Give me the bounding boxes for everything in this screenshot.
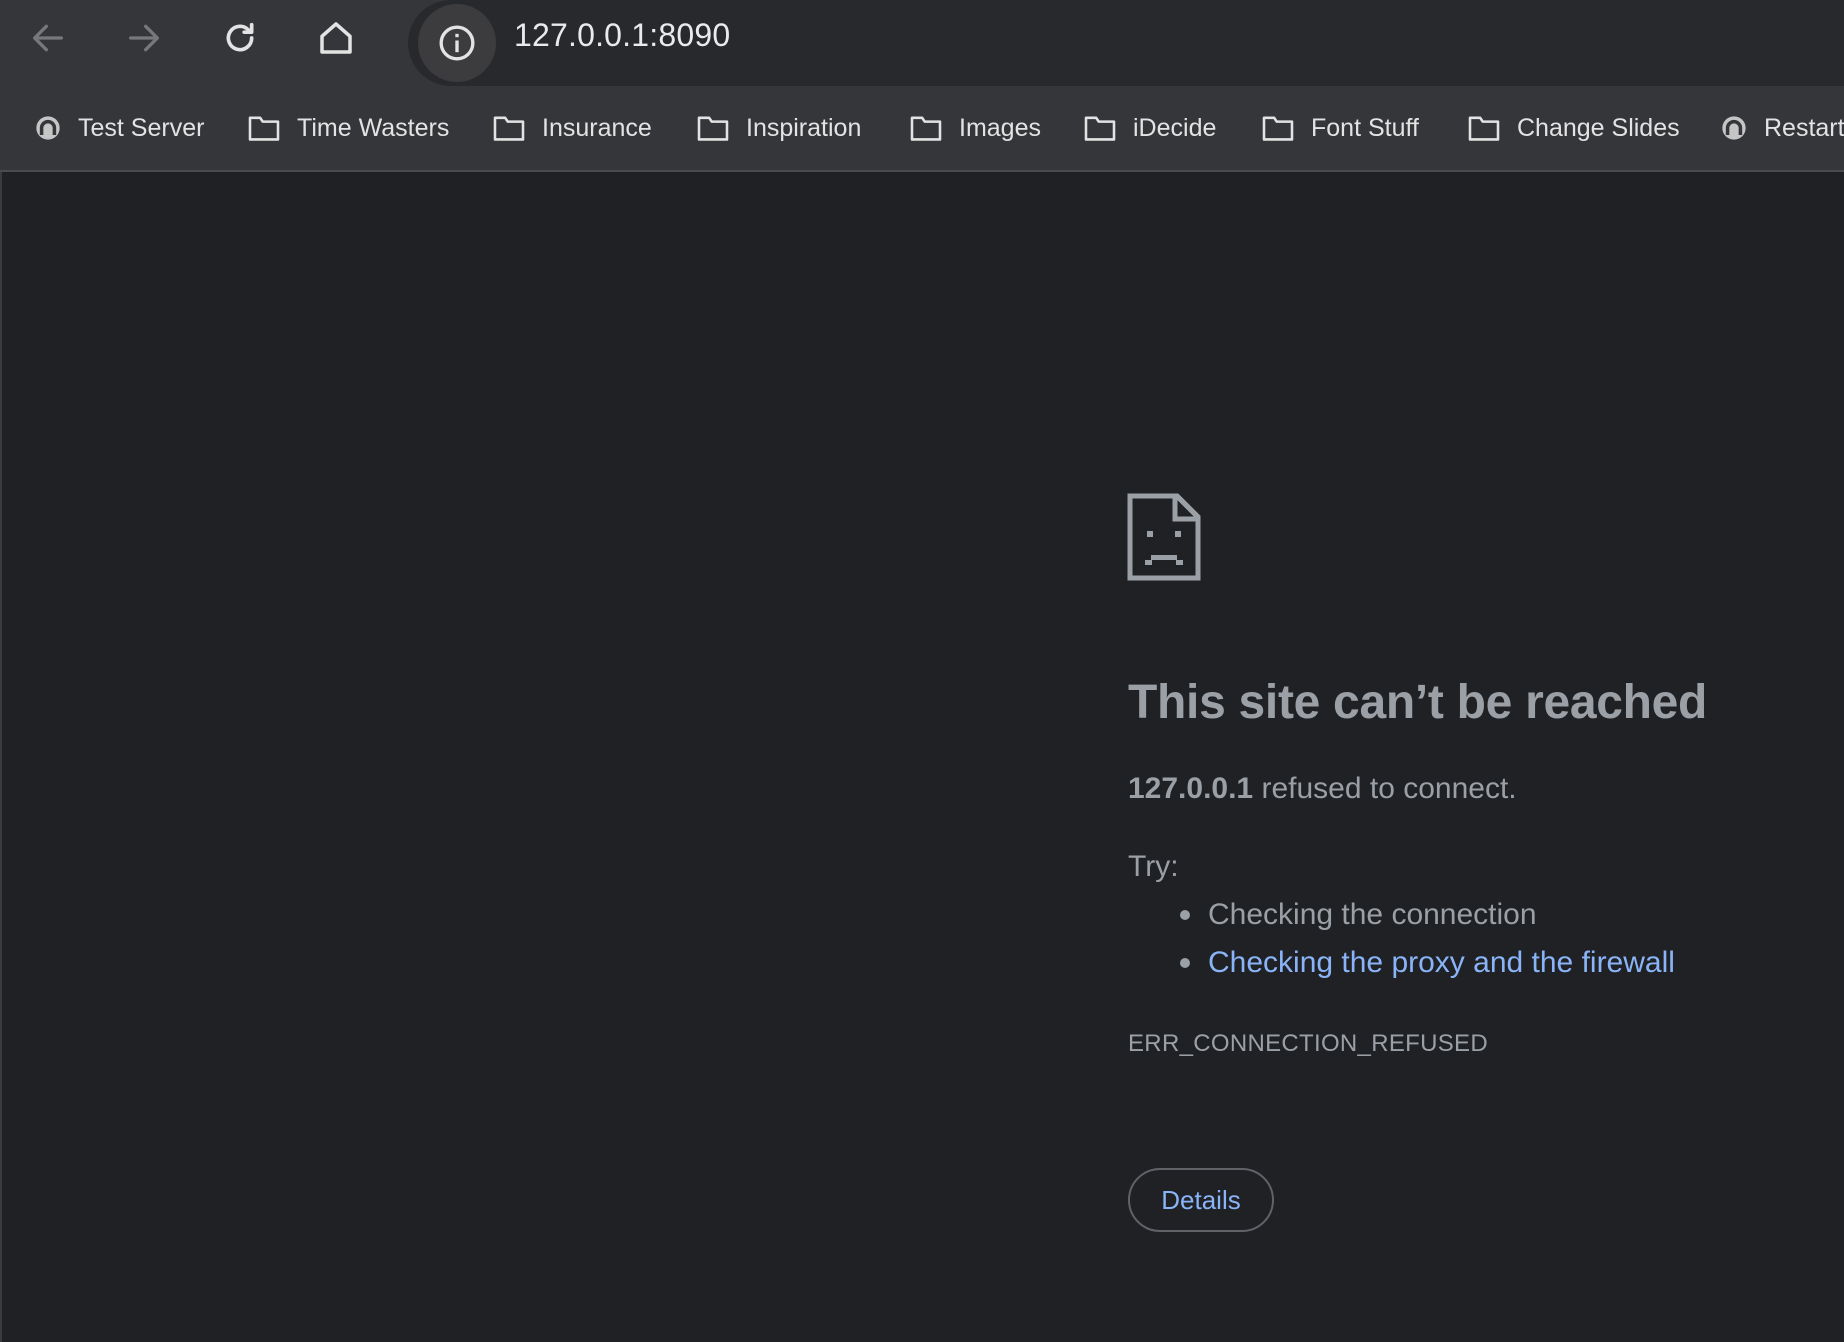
folder-icon (248, 116, 280, 141)
folder-icon (1262, 116, 1294, 141)
bookmark-idecide[interactable]: iDecide (1083, 86, 1216, 170)
forward-arrow-icon (129, 24, 159, 52)
bookmark-label: Time Wasters (297, 113, 450, 142)
bookmark-label: Change Slides (1517, 113, 1680, 142)
bullet (1180, 910, 1190, 920)
bookmark-inspiration[interactable]: Inspiration (696, 86, 861, 170)
bookmark-test-server[interactable]: Test Server (34, 86, 204, 170)
bookmark-label: Restart (1764, 113, 1844, 142)
bookmark-label: iDecide (1133, 113, 1217, 142)
bookmark-label: Images (959, 113, 1041, 142)
window-edge (0, 172, 2, 1342)
try-label: Try: (1128, 850, 1179, 883)
site-icon (1722, 116, 1746, 140)
folder-icon (1468, 116, 1500, 141)
error-message: 127.0.0.1 refused to connect. (1128, 772, 1517, 806)
bookmark-time-wasters[interactable]: Time Wasters (247, 86, 449, 170)
bookmarks-bar: Test Server Time Wasters Insurance Inspi… (0, 86, 1844, 172)
sad-page-icon (1127, 493, 1201, 586)
page-content (0, 172, 1844, 1342)
bookmark-label: Test Server (78, 113, 205, 142)
suggestion-link-proxy-firewall[interactable]: Checking the proxy and the firewall (1180, 946, 1675, 980)
home-icon (320, 22, 352, 54)
bookmark-label: Font Stuff (1311, 113, 1419, 142)
bookmark-label: Insurance (542, 113, 652, 142)
home-button[interactable] (312, 14, 360, 62)
bookmark-images[interactable]: Images (909, 86, 1041, 170)
back-arrow-icon (33, 24, 63, 52)
info-icon (439, 25, 475, 61)
url-text[interactable]: 127.0.0.1:8090 (514, 17, 730, 54)
folder-icon (493, 116, 525, 141)
bookmark-font-stuff[interactable]: Font Stuff (1261, 86, 1419, 170)
folder-icon (1084, 116, 1116, 141)
suggestion-item: Checking the connection (1180, 898, 1537, 932)
details-button[interactable]: Details (1128, 1168, 1274, 1232)
back-button[interactable] (24, 14, 72, 62)
forward-button[interactable] (120, 14, 168, 62)
bookmark-insurance[interactable]: Insurance (492, 86, 652, 170)
site-icon (36, 116, 60, 140)
bookmark-change-slides[interactable]: Change Slides (1467, 86, 1680, 170)
bookmark-restart[interactable]: Restart (1720, 86, 1844, 170)
bookmark-label: Inspiration (746, 113, 862, 142)
error-host: 127.0.0.1 (1128, 772, 1254, 805)
error-message-text: refused to connect. (1261, 772, 1517, 805)
reload-button[interactable] (216, 14, 264, 62)
error-code: ERR_CONNECTION_REFUSED (1128, 1030, 1488, 1057)
reload-icon (226, 22, 254, 52)
folder-icon (697, 116, 729, 141)
folder-icon (910, 116, 942, 141)
browser-toolbar: 127.0.0.1:8090 (0, 0, 1844, 86)
suggestion-text: Checking the connection (1208, 898, 1537, 931)
error-headline: This site can’t be reached (1128, 676, 1708, 729)
suggestion-link-text[interactable]: Checking the proxy and the firewall (1208, 946, 1675, 980)
site-info-button[interactable] (418, 4, 496, 82)
bullet (1180, 958, 1190, 968)
